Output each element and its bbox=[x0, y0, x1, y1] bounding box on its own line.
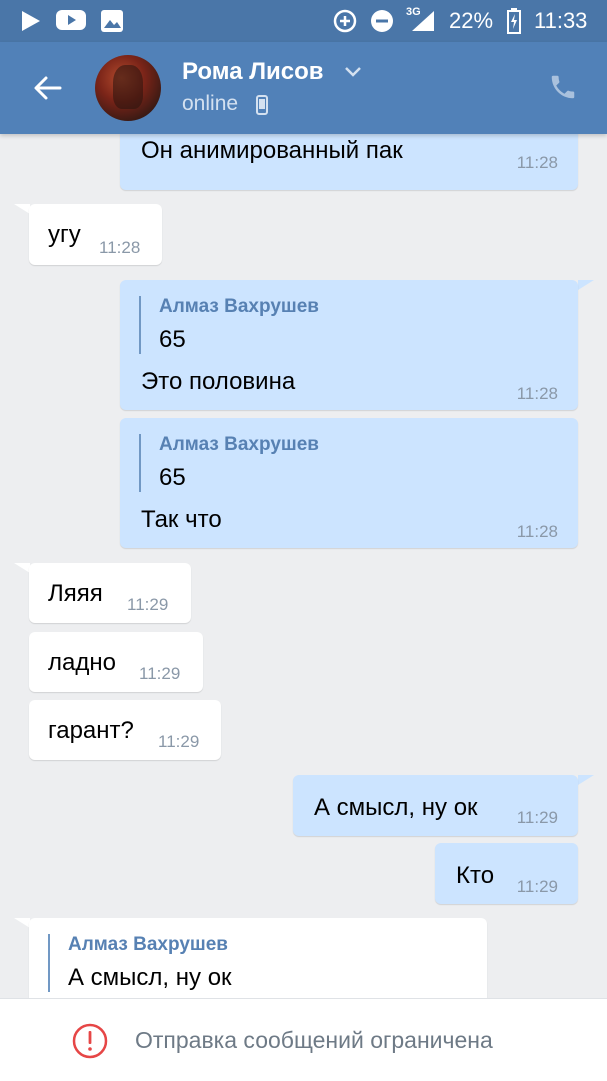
message-incoming[interactable]: гарант? 11:29 bbox=[29, 700, 221, 760]
battery-percent: 22% bbox=[449, 8, 494, 33]
message-time: 11:28 bbox=[516, 153, 558, 172]
message-incoming[interactable]: Ляяя 11:29 bbox=[29, 563, 191, 623]
clock: 11:33 bbox=[534, 8, 588, 33]
contact-name[interactable]: Рома Лисов bbox=[182, 58, 324, 86]
message-incoming[interactable]: угу 11:28 bbox=[29, 204, 162, 265]
warning-icon bbox=[72, 1023, 108, 1059]
chat-header: Рома Лисов online bbox=[0, 42, 607, 134]
gallery-icon bbox=[101, 10, 123, 32]
bubble-tail bbox=[14, 563, 30, 573]
mobile-icon bbox=[256, 95, 268, 115]
message-text: Ляяя bbox=[48, 580, 103, 607]
message-time: 11:29 bbox=[158, 732, 200, 751]
message-outgoing[interactable]: А смысл, ну ок 11:29 bbox=[293, 775, 578, 836]
contact-status: online bbox=[182, 92, 238, 116]
phone-icon[interactable] bbox=[548, 72, 578, 102]
reply-author: Алмаз Вахрушев bbox=[159, 296, 319, 317]
bubble-tail bbox=[578, 775, 594, 785]
reply-author: Алмаз Вахрушев bbox=[68, 934, 228, 955]
message-incoming[interactable]: Алмаз Вахрушев А смысл, ну ок bbox=[29, 918, 487, 998]
bubble-tail bbox=[14, 918, 30, 928]
back-arrow-icon[interactable] bbox=[30, 70, 66, 106]
avatar[interactable] bbox=[95, 55, 161, 121]
bubble-tail bbox=[578, 280, 594, 290]
message-time: 11:28 bbox=[516, 522, 558, 541]
status-bar: 3G 22% 11:33 bbox=[0, 0, 607, 42]
message-outgoing[interactable]: Кто 11:29 bbox=[435, 843, 578, 904]
reply-text: 65 bbox=[159, 464, 186, 491]
signal-icon bbox=[412, 11, 434, 31]
message-text: гарант? bbox=[48, 717, 134, 744]
message-text: Он анимированный пак bbox=[141, 137, 403, 164]
message-text: угу bbox=[48, 221, 81, 248]
data-saver-icon bbox=[333, 9, 357, 33]
status-text: online bbox=[182, 92, 239, 115]
message-time: 11:29 bbox=[516, 808, 558, 827]
message-text: ладно bbox=[48, 649, 116, 676]
message-time: 11:29 bbox=[139, 664, 181, 683]
message-incoming[interactable]: ладно 11:29 bbox=[29, 632, 203, 692]
restriction-notice: Отправка сообщений ограничена bbox=[135, 1027, 493, 1053]
chevron-down-icon[interactable] bbox=[345, 67, 361, 77]
message-outgoing[interactable]: Алмаз Вахрушев 65 Это половина 11:28 bbox=[120, 280, 578, 410]
message-text: Так что bbox=[141, 506, 222, 533]
message-time: 11:28 bbox=[99, 238, 141, 257]
message-time: 11:29 bbox=[516, 877, 558, 896]
reply-text: А смысл, ну ок bbox=[68, 964, 232, 991]
youtube-icon bbox=[56, 10, 86, 30]
reply-quote[interactable]: Алмаз Вахрушев 65 bbox=[139, 296, 319, 354]
reply-author: Алмаз Вахрушев bbox=[159, 434, 319, 455]
message-outgoing[interactable]: Он анимированный пак 11:28 bbox=[120, 134, 578, 190]
message-outgoing[interactable]: Алмаз Вахрушев 65 Так что 11:28 bbox=[120, 418, 578, 548]
message-time: 11:29 bbox=[127, 595, 169, 614]
message-text: Это половина bbox=[141, 368, 296, 395]
battery-charging-icon bbox=[507, 8, 521, 34]
message-text: А смысл, ну ок bbox=[314, 794, 478, 821]
message-list[interactable]: Он анимированный пак 11:28 угу 11:28 Алм… bbox=[0, 134, 607, 998]
reply-text: 65 bbox=[159, 326, 186, 353]
reply-quote[interactable]: Алмаз Вахрушев 65 bbox=[139, 434, 319, 492]
reply-quote[interactable]: Алмаз Вахрушев А смысл, ну ок bbox=[48, 934, 232, 992]
message-text: Кто bbox=[456, 862, 495, 889]
play-icon bbox=[22, 11, 40, 31]
do-not-disturb-icon bbox=[371, 10, 393, 32]
bubble-tail bbox=[14, 204, 30, 214]
message-time: 11:28 bbox=[516, 384, 558, 403]
input-restricted-bar: Отправка сообщений ограничена bbox=[0, 998, 607, 1081]
